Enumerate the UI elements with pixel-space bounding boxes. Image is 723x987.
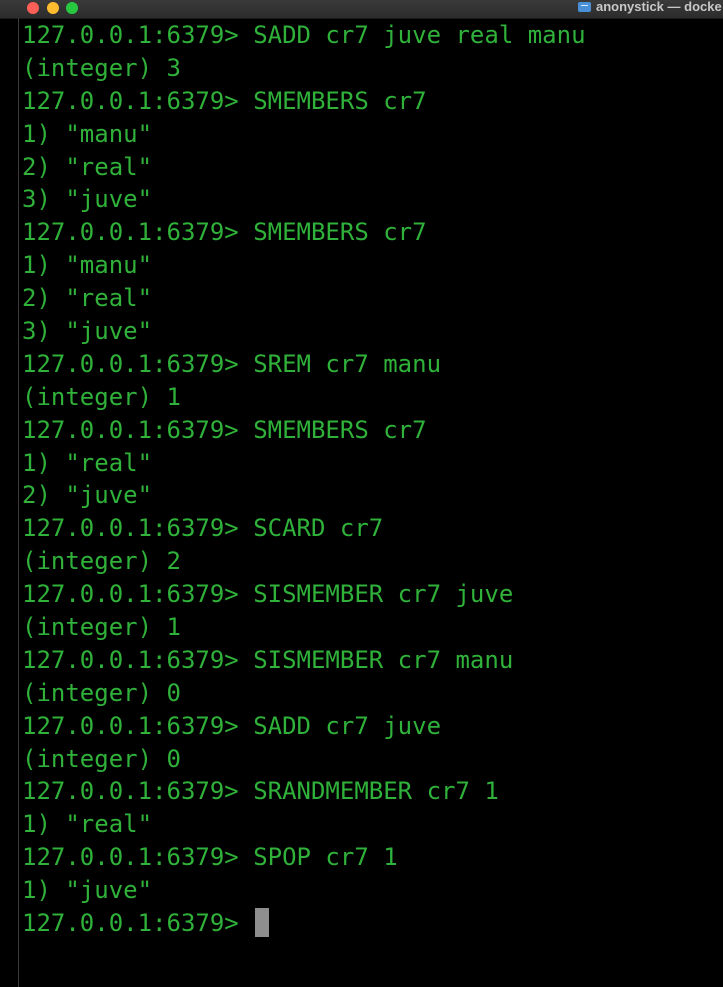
terminal-window: anonystick — docke 127.0.0.1:6379> SADD … (0, 0, 723, 987)
terminal-output[interactable]: 127.0.0.1:6379> SADD cr7 juve real manu(… (22, 19, 723, 940)
terminal-output-line: 3) "juve" (22, 317, 153, 346)
terminal-prompt: 127.0.0.1:6379> (22, 86, 254, 115)
terminal-command-line: 127.0.0.1:6379> SADD cr7 juve (22, 710, 723, 743)
terminal-command: SMEMBERS cr7 (253, 415, 427, 444)
terminal-command: SADD cr7 juve (253, 711, 442, 740)
terminal-command-line: 127.0.0.1:6379> SRANDMEMBER cr7 1 (22, 775, 723, 808)
terminal-command: SISMEMBER cr7 manu (253, 645, 514, 674)
terminal-prompt: 127.0.0.1:6379> (22, 645, 254, 674)
terminal-prompt: 127.0.0.1:6379> (22, 514, 254, 543)
close-button[interactable] (27, 2, 39, 14)
terminal-command-line: 127.0.0.1:6379> SMEMBERS cr7 (22, 414, 723, 447)
terminal-command: SISMEMBER cr7 juve (253, 580, 514, 609)
terminal-command-line: 127.0.0.1:6379> SPOP cr7 1 (22, 841, 723, 874)
terminal-output-line: 1) "manu" (22, 119, 153, 148)
terminal-prompt: 127.0.0.1:6379> (22, 349, 254, 378)
terminal-prompt: 127.0.0.1:6379> (22, 909, 254, 938)
terminal-output-line: 1) "juve" (22, 876, 153, 905)
terminal-output-line: 1) "real" (22, 810, 153, 839)
window-title: anonystick — docke (578, 0, 722, 14)
terminal-command: SMEMBERS cr7 (253, 218, 427, 247)
terminal-command-line: 127.0.0.1:6379> SISMEMBER cr7 juve (22, 578, 723, 611)
terminal-output-line: (integer) 2 (22, 547, 181, 576)
window-left-edge (18, 18, 19, 987)
terminal-command: SADD cr7 juve real manu (253, 21, 586, 49)
terminal-command-line: 127.0.0.1:6379> SISMEMBER cr7 manu (22, 644, 723, 677)
title-bar: anonystick — docke (0, 0, 723, 19)
terminal-prompt: 127.0.0.1:6379> (22, 843, 254, 872)
terminal-output-line: (integer) 1 (22, 382, 181, 411)
terminal-output-line: 1) "real" (22, 448, 153, 477)
minimize-button[interactable] (47, 2, 59, 14)
terminal-command-line: 127.0.0.1:6379> SREM cr7 manu (22, 348, 723, 381)
terminal-input-line: 127.0.0.1:6379> (22, 907, 723, 940)
terminal-output-line: 2) "juve" (22, 481, 153, 510)
terminal-output-line: 3) "juve" (22, 185, 153, 214)
terminal-output-line: (integer) 0 (22, 744, 181, 773)
zoom-button[interactable] (66, 2, 78, 14)
terminal-prompt: 127.0.0.1:6379> (22, 711, 254, 740)
terminal-prompt: 127.0.0.1:6379> (22, 580, 254, 609)
terminal-output-line: 2) "real" (22, 152, 153, 181)
terminal-command-line: 127.0.0.1:6379> SADD cr7 juve real manu (22, 19, 723, 52)
terminal-prompt: 127.0.0.1:6379> (22, 218, 254, 247)
terminal-command: SMEMBERS cr7 (253, 86, 427, 115)
terminal-command: SCARD cr7 (253, 514, 384, 543)
terminal-output-line: (integer) 3 (22, 53, 181, 82)
window-title-text: anonystick — docke (596, 0, 722, 14)
terminal-command: SRANDMEMBER cr7 1 (253, 777, 499, 806)
terminal-prompt: 127.0.0.1:6379> (22, 415, 254, 444)
terminal-prompt: 127.0.0.1:6379> (22, 21, 254, 49)
terminal-prompt: 127.0.0.1:6379> (22, 777, 254, 806)
terminal-command: SPOP cr7 1 (253, 843, 398, 872)
folder-icon (578, 2, 591, 12)
terminal-output-line: (integer) 1 (22, 613, 181, 642)
terminal-output-line: (integer) 0 (22, 678, 181, 707)
terminal-command-line: 127.0.0.1:6379> SMEMBERS cr7 (22, 216, 723, 249)
terminal-output-line: 2) "real" (22, 284, 153, 313)
terminal-command-line: 127.0.0.1:6379> SMEMBERS cr7 (22, 85, 723, 118)
terminal-cursor[interactable] (255, 907, 270, 937)
terminal-command-line: 127.0.0.1:6379> SCARD cr7 (22, 512, 723, 545)
terminal-command: SREM cr7 manu (253, 349, 442, 378)
terminal-output-line: 1) "manu" (22, 251, 153, 280)
